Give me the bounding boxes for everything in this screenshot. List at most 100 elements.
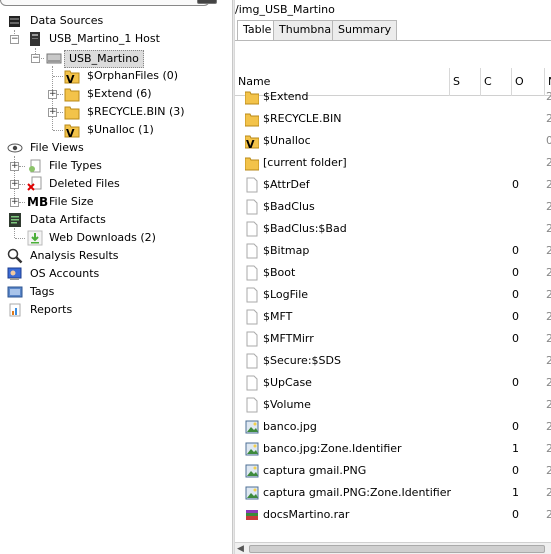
cell-name: captura gmail.PNG: [245, 460, 453, 482]
cell-s: [452, 108, 482, 130]
tree-item-image[interactable]: − USB_Martino: [0, 49, 232, 68]
cell-s: [452, 416, 482, 438]
file-name: $Volume: [263, 398, 311, 411]
tree-item-file-views[interactable]: File Views: [0, 139, 232, 157]
tree-item-os-accounts[interactable]: OS Accounts: [0, 265, 232, 283]
tree-label: Reports: [30, 303, 73, 316]
host-icon: [30, 32, 40, 46]
table-row[interactable]: banco.jpg:Zone.Identifier 1 2: [235, 438, 551, 460]
table-row[interactable]: V $Unalloc 0: [235, 130, 551, 152]
table-row[interactable]: $BadClus 2: [235, 196, 551, 218]
table-row[interactable]: [current folder] 2: [235, 152, 551, 174]
folder-icon: [245, 89, 260, 105]
cell-o: [512, 108, 542, 130]
tree-label: $OrphanFiles (0): [87, 69, 179, 82]
table-row[interactable]: $LogFile 0 2: [235, 284, 551, 306]
tree-item-host[interactable]: − USB_Martino_1 Host: [0, 30, 232, 48]
tree-item-reports[interactable]: Reports: [0, 301, 232, 319]
cell-s: [452, 196, 482, 218]
tree-label: File Types: [49, 159, 102, 172]
tree-item-data-sources[interactable]: Data Sources: [0, 12, 232, 30]
file-name: banco.jpg:Zone.Identifier: [263, 442, 402, 455]
table-row[interactable]: $Extend 2: [235, 86, 551, 108]
tree-item-file-size[interactable]: + MB File Size: [0, 193, 232, 211]
cell-c: [482, 86, 512, 108]
expand-toggle-icon[interactable]: +: [48, 108, 57, 117]
cell-n: 2: [546, 398, 551, 411]
cell-name: $BadClus: [245, 196, 453, 218]
table-row[interactable]: captura gmail.PNG 0 2: [235, 460, 551, 482]
tree-item-web-downloads[interactable]: Web Downloads (2): [0, 229, 232, 247]
cell-s: [452, 218, 482, 240]
cell-n: 2: [546, 486, 551, 499]
toolbar-search-pill[interactable]: [0, 0, 210, 6]
tree-item-analysis-results[interactable]: Analysis Results: [0, 247, 232, 265]
tree-item-orphan-files[interactable]: V $OrphanFiles (0): [0, 67, 232, 85]
tree-label: Web Downloads (2): [49, 231, 156, 244]
table-row[interactable]: captura gmail.PNG:Zone.Identifier 1 2: [235, 482, 551, 504]
cell-n: 2: [546, 288, 551, 301]
cell-s: [452, 328, 482, 350]
file-name: $MFT: [263, 310, 293, 323]
file-table: Name S C O N $Extend2$RECYCLE.BIN2V$Unal…: [235, 68, 551, 542]
tree-item-deleted-files[interactable]: + Deleted Files: [0, 175, 232, 193]
cell-s: [452, 152, 482, 174]
tree-label: File Size: [49, 195, 94, 208]
cell-o: 0: [512, 288, 519, 301]
download-icon: [27, 230, 43, 246]
tree-item-extend[interactable]: + $Extend (6): [0, 85, 232, 103]
tab-summary[interactable]: Summary: [332, 20, 398, 40]
file-name: $Extend: [263, 90, 309, 103]
tree-item-unalloc[interactable]: V $Unalloc (1): [0, 121, 232, 139]
horizontal-scrollbar[interactable]: ◀: [235, 542, 551, 554]
tree-item-tags[interactable]: Tags: [0, 283, 232, 301]
expand-toggle-icon[interactable]: +: [10, 180, 19, 189]
tree-item-recycle-bin[interactable]: + $RECYCLE.BIN (3): [0, 103, 232, 121]
table-row[interactable]: $Bitmap 0 2: [235, 240, 551, 262]
image-file-icon: [245, 485, 259, 501]
result-viewer-panel: /img_USB_Martino Table Thumbnail Summary…: [235, 0, 551, 554]
tree-label: Data Sources: [30, 14, 104, 27]
tree-label: USB_Martino_1 Host: [49, 32, 160, 45]
cell-c: [482, 372, 512, 394]
gear-icon[interactable]: [197, 0, 217, 4]
tab-table[interactable]: Table: [237, 20, 278, 41]
tree-label: Analysis Results: [30, 249, 119, 262]
eye-icon: [7, 143, 23, 153]
file-name: $BadClus:$Bad: [263, 222, 347, 235]
file-icon: [245, 221, 259, 237]
table-row[interactable]: $Volume 2: [235, 394, 551, 416]
cell-s: [452, 130, 482, 152]
image-file-icon: [245, 441, 259, 457]
cell-name: $AttrDef: [245, 174, 453, 196]
cell-c: [482, 504, 512, 526]
table-row[interactable]: $Boot 0 2: [235, 262, 551, 284]
collapse-toggle-icon[interactable]: −: [31, 54, 40, 63]
table-row[interactable]: banco.jpg 0 2: [235, 416, 551, 438]
cell-o: [512, 350, 542, 372]
table-row[interactable]: $Secure:$SDS 2: [235, 350, 551, 372]
table-row[interactable]: docsMartino.rar 0 2: [235, 504, 551, 526]
cell-s: [452, 372, 482, 394]
scroll-left-icon[interactable]: ◀: [237, 544, 244, 554]
cell-c: [482, 152, 512, 174]
scrollbar-thumb[interactable]: [249, 545, 545, 553]
cell-n: 2: [546, 332, 551, 345]
file-name: $MFTMirr: [263, 332, 314, 345]
top-toolbar: [0, 0, 232, 6]
table-row[interactable]: $RECYCLE.BIN 2: [235, 108, 551, 130]
table-row[interactable]: $AttrDef 0 2: [235, 174, 551, 196]
tree-item-file-types[interactable]: + File Types: [0, 157, 232, 175]
table-row[interactable]: $MFTMirr 0 2: [235, 328, 551, 350]
expand-toggle-icon[interactable]: +: [10, 162, 19, 171]
expand-toggle-icon[interactable]: +: [48, 90, 57, 99]
collapse-toggle-icon[interactable]: −: [10, 35, 19, 44]
table-row[interactable]: $UpCase 0 2: [235, 372, 551, 394]
expand-toggle-icon[interactable]: +: [10, 198, 19, 207]
cell-o: [512, 394, 542, 416]
table-row[interactable]: $MFT 0 2: [235, 306, 551, 328]
tree-item-data-artifacts[interactable]: Data Artifacts: [0, 211, 232, 229]
file-name: captura gmail.PNG:Zone.Identifier: [263, 486, 452, 499]
tree-label: File Views: [30, 141, 84, 154]
table-row[interactable]: $BadClus:$Bad 2: [235, 218, 551, 240]
